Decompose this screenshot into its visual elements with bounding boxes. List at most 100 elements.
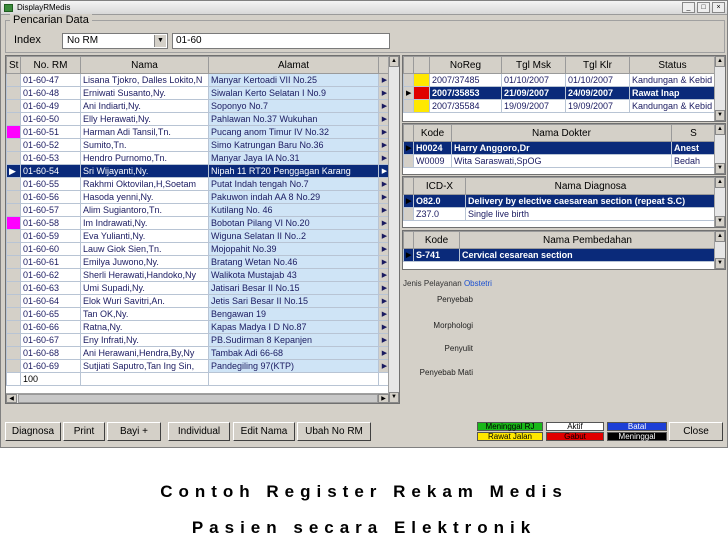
no-rm-cell: 01-60-48 [20,86,81,100]
col-header-no-rm[interactable]: No. RM [20,56,81,74]
no-rm-cell: 01-60-49 [20,99,81,113]
procedure-row[interactable]: ▶ S-741 Cervical cesarean section [403,248,716,262]
diagnosa-button[interactable]: Diagnosa [5,422,61,441]
alamat-cell: Simo Katrungan Baru No.36 [208,138,379,152]
diagnosis-vscroll[interactable]: ▲ ▼ [714,177,725,227]
patient-row[interactable]: 01-60-63 Umi Supadi,Ny. Jatisari Besar II … [6,281,391,295]
scroll-thumb[interactable] [18,394,378,403]
patient-row[interactable]: 01-60-66 Ratna,Ny. Kapas Madya I D No.87 ▶ [6,320,391,334]
patient-row[interactable]: 01-60-59 Eva Yulianti,Ny. Wiguna Selatan I… [6,229,391,243]
col-header-nama-pembedahan[interactable]: Nama Pembedahan [459,231,716,249]
registration-row[interactable]: 2007/37485 01/10/2007 01/10/2007 Kandungan … [403,73,716,87]
scroll-down-icon[interactable]: ▼ [715,110,725,121]
scroll-right-icon[interactable]: ▶ [378,394,389,403]
alamat-cell: Pandegiling 97(KTP) [208,359,379,373]
nama-cell: Emilya Juwono,Ny. [80,255,209,269]
status-cell [6,307,21,321]
registration-vscroll[interactable]: ▲ ▼ [714,56,725,121]
scroll-down-icon[interactable]: ▼ [715,216,725,227]
patient-row[interactable]: 01-60-60 Lauw Giok Sien,Tn. Mojopahit No.3… [6,242,391,256]
jenis-pelayanan-value[interactable]: Obstetri [464,279,492,288]
col-header-tgl-msk[interactable]: Tgl Msk [501,56,566,74]
col-header-st[interactable]: St [6,56,21,74]
col-header-noreg[interactable]: NoReg [429,56,502,74]
bayi-plus-button[interactable]: Bayi + [107,422,161,441]
patient-row[interactable]: 01-60-64 Elok Wuri Savitri,An. Jetis Sari … [6,294,391,308]
col-header-icd-x[interactable]: ICD-X [413,177,466,195]
search-input[interactable]: 01-60 [172,33,390,49]
col-header-nama-dokter[interactable]: Nama Dokter [451,124,672,142]
col-header-tgl-klr[interactable]: Tgl Klr [565,56,630,74]
minimize-icon[interactable]: _ [682,2,695,13]
print-button[interactable]: Print [63,422,105,441]
no-rm-cell: 01-60-56 [20,190,81,204]
no-rm-cell: 01-60-64 [20,294,81,308]
maximize-icon[interactable]: □ [697,2,710,13]
no-rm-cell: 01-60-65 [20,307,81,321]
scroll-up-icon[interactable]: ▲ [389,56,399,67]
registration-row[interactable]: ▶ 2007/35853 21/09/2007 24/09/2007 Rawat Ina… [403,86,716,100]
status-mark [413,73,430,87]
scroll-left-icon[interactable]: ◀ [6,394,17,403]
patient-row[interactable]: 01-60-48 Erniwati Susanto,Ny. Siwalan Kert… [6,86,391,100]
penyebab-mati-label: Penyebab Mati [419,368,473,377]
alamat-cell: Walikota Mustajab 43 [208,268,379,282]
no-rm-cell: 01-60-57 [20,203,81,217]
patient-row[interactable]: 01-60-62 Sherli Herawati,Handoko,Ny Waliko… [6,268,391,282]
scroll-up-icon[interactable]: ▲ [715,56,725,67]
patient-row[interactable]: 01-60-67 Eny Infrati,Ny. PB.Sudirman 8 Kep… [6,333,391,347]
scroll-up-icon[interactable]: ▲ [715,124,725,135]
patient-row[interactable]: 01-60-50 Elly Herawati,Ny. Pahlawan No.37 … [6,112,391,126]
doctor-row-kode: H0024 [413,141,452,155]
status-cell [6,320,21,334]
doctor-row[interactable]: W0009 Wita Saraswati,SpOG Bedah [403,154,716,168]
scroll-up-icon[interactable]: ▲ [715,231,725,242]
ubah-no-rm-button[interactable]: Ubah No RM [297,422,371,441]
patient-row[interactable]: ▶ 01-60-54 Sri Wijayanti,Ny. Nipah 11 RT20 … [6,164,391,178]
no-rm-cell: 01-60-47 [20,73,81,87]
col-header-kode-dokter[interactable]: Kode [413,124,452,142]
procedure-vscroll[interactable]: ▲ ▼ [714,231,725,269]
scroll-up-icon[interactable]: ▲ [715,177,725,188]
chevron-down-icon[interactable]: ▼ [154,35,166,47]
edit-nama-button[interactable]: Edit Nama [233,422,295,441]
no-rm-cell: 01-60-63 [20,281,81,295]
patient-row[interactable]: 01-60-47 Lisana Tjokro, Dalles Lokito,N Ma… [6,73,391,87]
window-title: DisplayRMedis [17,3,71,12]
col-header-spesialis[interactable]: S [671,124,716,142]
patient-row[interactable]: 01-60-61 Emilya Juwono,Ny. Bratang Wetan N… [6,255,391,269]
scroll-down-icon[interactable]: ▼ [715,163,725,174]
status-cell [6,333,21,347]
patient-row[interactable]: 01-60-57 Alim Sugiantoro,Tn. Kutilang No. … [6,203,391,217]
alamat-cell: Manyar Kertoadi VII No.25 [208,73,379,87]
individual-button[interactable]: Individual [168,422,230,441]
patient-row[interactable]: 01-60-56 Hasoda yenni,Ny. Pakuwon indah AA… [6,190,391,204]
scroll-down-icon[interactable]: ▼ [389,392,399,403]
col-header-alamat[interactable]: Alamat [208,56,379,74]
index-select[interactable]: No RM ▼ [62,33,168,49]
patient-row[interactable]: 01-60-51 Harman Adi Tansil,Tn. Pucang anom… [6,125,391,139]
patient-row[interactable]: 01-60-65 Tan OK,Ny. Bengawan 19 ▶ [6,307,391,321]
status-cell [6,138,21,152]
col-header-status[interactable]: Status [629,56,716,74]
registration-row[interactable]: 2007/35584 19/09/2007 19/09/2007 Kandungan … [403,99,716,113]
scroll-down-icon[interactable]: ▼ [715,258,725,269]
patient-row[interactable]: 01-60-55 Rakhmi Oktovilan,H,Soetam Putat I… [6,177,391,191]
doctor-row[interactable]: ▶ H0024 Harry Anggoro,Dr Anest [403,141,716,155]
diagnosis-row[interactable]: ▶ O82.0 Delivery by elective caesarean sec… [403,194,716,208]
patient-grid: St No. RM Nama Alamat 01-60-47 Lisana Tjo… [5,55,400,404]
doctor-vscroll[interactable]: ▲ ▼ [714,124,725,174]
patient-hscroll[interactable]: ◀ ▶ [6,393,389,403]
patient-row[interactable]: 01-60-68 Ani Herawani,Hendra,By,Ny Tambak … [6,346,391,360]
col-header-nama[interactable]: Nama [80,56,209,74]
close-button[interactable]: Close [669,422,723,441]
col-header-nama-diagnosa[interactable]: Nama Diagnosa [465,177,716,195]
patient-row[interactable]: 01-60-58 Im Indrawati,Ny. Bobotan Pilang V… [6,216,391,230]
col-header-kode-bedah[interactable]: Kode [413,231,460,249]
patient-row[interactable]: 01-60-69 Sutjiati Saputro,Tan Ing Sin, Pan… [6,359,391,373]
patient-row[interactable]: 01-60-52 Sumito,Tn. Simo Katrungan Baru No… [6,138,391,152]
diagnosis-row[interactable]: Z37.0 Single live birth [403,207,716,221]
close-icon[interactable]: × [712,2,725,13]
patient-row[interactable]: 01-60-53 Hendro Purnomo,Tn. Manyar Jaya IA… [6,151,391,165]
patient-row[interactable]: 01-60-49 Ani Indiarti,Ny. Soponyo No.7 ▶ [6,99,391,113]
